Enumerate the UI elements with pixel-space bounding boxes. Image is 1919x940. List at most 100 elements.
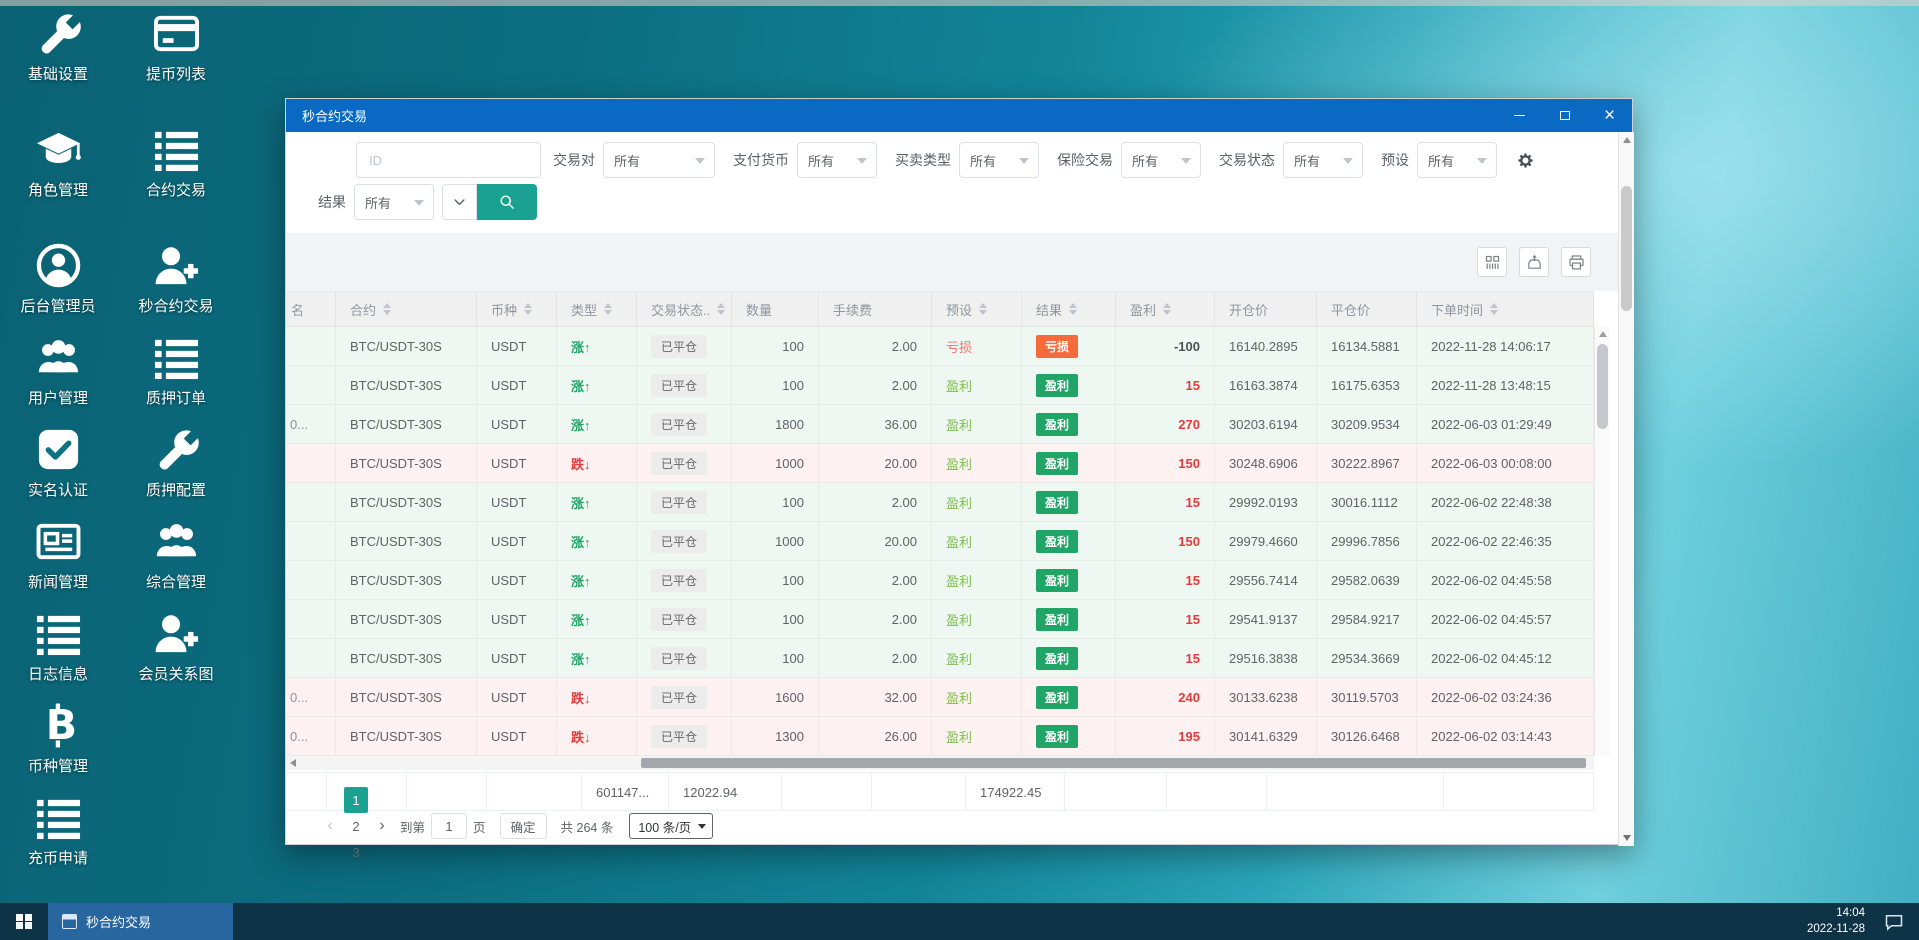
table-row[interactable]: BTC/USDT-30S USDT 涨↑ 已平仓 100 2.00 亏损 亏损 -100 1614… [286,327,1594,366]
cell-order-time: 2022-06-02 22:46:35 [1417,522,1594,560]
page-button-1[interactable]: 1 [344,787,368,813]
search-button[interactable] [477,184,537,220]
window-scroll-thumb[interactable] [1621,186,1632,311]
cell-quantity: 100 [732,483,819,521]
cell-result: 盈利 [1022,678,1116,716]
card-icon [153,10,200,57]
desktop-icon-角色管理[interactable]: 角色管理 [10,122,106,214]
start-button[interactable] [0,903,48,940]
print-button[interactable] [1561,247,1591,277]
desktop-icon-日志信息[interactable]: 日志信息 [10,606,106,698]
table-horizontal-scrollbar[interactable] [286,756,1594,770]
taskbar-clock[interactable]: 14:04 2022-11-28 [1807,906,1865,937]
column-header-合约[interactable]: 合约 [336,292,477,326]
table-row[interactable]: 0... BTC/USDT-30S USDT 跌↓ 已平仓 1600 32.00 盈利 盈利 24… [286,678,1594,717]
close-button[interactable]: × [1587,99,1632,132]
desktop-icon-新闻管理[interactable]: 新闻管理 [10,514,106,606]
desktop-icon-实名认证[interactable]: 实名认证 [10,422,106,514]
taskbar-item-active[interactable]: 秒合约交易 [48,903,233,940]
column-header-结果[interactable]: 结果 [1022,292,1116,326]
prev-page-button[interactable]: ‹ [318,813,342,839]
cell-fee: 2.00 [819,639,932,677]
goto-page-input[interactable] [431,813,468,839]
trend-up-icon: 涨↑ [571,339,591,355]
sort-icon[interactable] [1490,303,1499,315]
horizontal-scroll-thumb[interactable] [641,758,1586,768]
sort-icon[interactable] [1163,303,1172,315]
filter-select-value: 所有 [1428,153,1455,169]
column-header-预设[interactable]: 预设 [932,292,1022,326]
filter-select-保险交易[interactable]: 所有 [1121,142,1201,178]
filter-row-1: 交易对 所有 支付货币 所有 买卖类型 所有 保险交易 所有 交易状态 所有 预设 所有 [356,142,1539,178]
sort-icon[interactable] [383,303,392,315]
window-scrollbar[interactable] [1618,132,1634,846]
desktop-icon-综合管理[interactable]: 综合管理 [128,514,224,606]
users-icon [35,334,82,381]
next-page-button[interactable]: › [370,813,394,839]
cell-result: 盈利 [1022,561,1116,599]
expand-filters-button[interactable] [442,184,477,220]
cell-fee: 32.00 [819,678,932,716]
column-header-交易状态..[interactable]: 交易状态.. [637,292,732,326]
cell-result: 盈利 [1022,405,1116,443]
desktop-icon-后台管理员[interactable]: 后台管理员 [10,238,106,330]
sort-icon[interactable] [717,303,726,315]
desktop-icon-会员关系图[interactable]: 会员关系图 [128,606,224,698]
filter-select-支付货币[interactable]: 所有 [797,142,877,178]
sort-icon[interactable] [524,303,533,315]
id-search-input[interactable] [356,142,541,178]
maximize-button[interactable] [1542,99,1587,132]
table-row[interactable]: BTC/USDT-30S USDT 涨↑ 已平仓 1000 20.00 盈利 盈利 150 299… [286,522,1594,561]
column-settings-button[interactable] [1511,146,1539,174]
desktop-icon-用户管理[interactable]: 用户管理 [10,330,106,422]
table-row[interactable]: BTC/USDT-30S USDT 涨↑ 已平仓 100 2.00 盈利 盈利 15 16163.… [286,366,1594,405]
sort-icon[interactable] [1069,303,1078,315]
desktop-icon-币种管理[interactable]: 币种管理 [10,698,106,790]
vertical-scroll-thumb[interactable] [1597,344,1608,429]
table-row[interactable]: 0... BTC/USDT-30S USDT 跌↓ 已平仓 1300 26.00 盈利 盈利 19… [286,717,1594,756]
column-header-类型[interactable]: 类型 [557,292,637,326]
cell-type: 涨↑ [557,522,637,560]
table-row[interactable]: 0... BTC/USDT-30S USDT 涨↑ 已平仓 1800 36.00 盈利 盈利 27… [286,405,1594,444]
sort-icon[interactable] [979,303,988,315]
total-count-label: 共 264 条 [560,820,614,835]
desktop-icon-质押订单[interactable]: 质押订单 [128,330,224,422]
action-center-button[interactable] [1881,909,1907,935]
column-header-币种[interactable]: 币种 [477,292,557,326]
result-filter-select[interactable]: 所有 [354,184,434,220]
filter-select-交易状态[interactable]: 所有 [1283,142,1363,178]
desktop-icon-充币申请[interactable]: 充币申请 [10,790,106,882]
filter-select-预设[interactable]: 所有 [1417,142,1497,178]
table-row[interactable]: BTC/USDT-30S USDT 跌↓ 已平仓 1000 20.00 盈利 盈利 150 302… [286,444,1594,483]
filter-select-买卖类型[interactable]: 所有 [959,142,1039,178]
table-row[interactable]: BTC/USDT-30S USDT 涨↑ 已平仓 100 2.00 盈利 盈利 15 29541.… [286,600,1594,639]
profit-value: 195 [1178,728,1200,744]
desktop-icon-质押配置[interactable]: 质押配置 [128,422,224,514]
export-button[interactable] [1519,247,1549,277]
cell-contract: BTC/USDT-30S [336,522,477,560]
minimize-button[interactable] [1497,99,1542,132]
desktop-icon-秒合约交易[interactable]: 秒合约交易 [128,238,224,330]
page-size-select[interactable]: 100 条/页 [629,813,714,839]
filter-label: 保险交易 [1057,152,1113,168]
desktop-icon-提币列表[interactable]: 提币列表 [128,6,224,98]
page-button-3[interactable]: 3 [344,839,368,865]
table-row[interactable]: BTC/USDT-30S USDT 涨↑ 已平仓 100 2.00 盈利 盈利 15 29516.… [286,639,1594,678]
page-button-2[interactable]: 2 [344,813,368,839]
confirm-page-button[interactable]: 确定 [499,813,547,839]
table-vertical-scrollbar[interactable] [1594,327,1610,756]
desktop-icon-合约交易[interactable]: 合约交易 [128,122,224,214]
column-header-盈利[interactable]: 盈利 [1116,292,1215,326]
table-row[interactable]: BTC/USDT-30S USDT 涨↑ 已平仓 100 2.00 盈利 盈利 15 29992.… [286,483,1594,522]
cell-preset: 盈利 [932,717,1022,755]
cell-result: 盈利 [1022,600,1116,638]
desktop-icon-基础设置[interactable]: 基础设置 [10,6,106,98]
wrench-icon [35,10,82,57]
sort-icon[interactable] [604,303,613,315]
filter-select-交易对[interactable]: 所有 [603,142,715,178]
column-header-下单时间[interactable]: 下单时间 [1417,292,1594,326]
table-row[interactable]: BTC/USDT-30S USDT 涨↑ 已平仓 100 2.00 盈利 盈利 15 29556.… [286,561,1594,600]
cell-preset: 盈利 [932,600,1022,638]
chevron-down-icon [1343,158,1353,164]
columns-button[interactable] [1477,247,1507,277]
